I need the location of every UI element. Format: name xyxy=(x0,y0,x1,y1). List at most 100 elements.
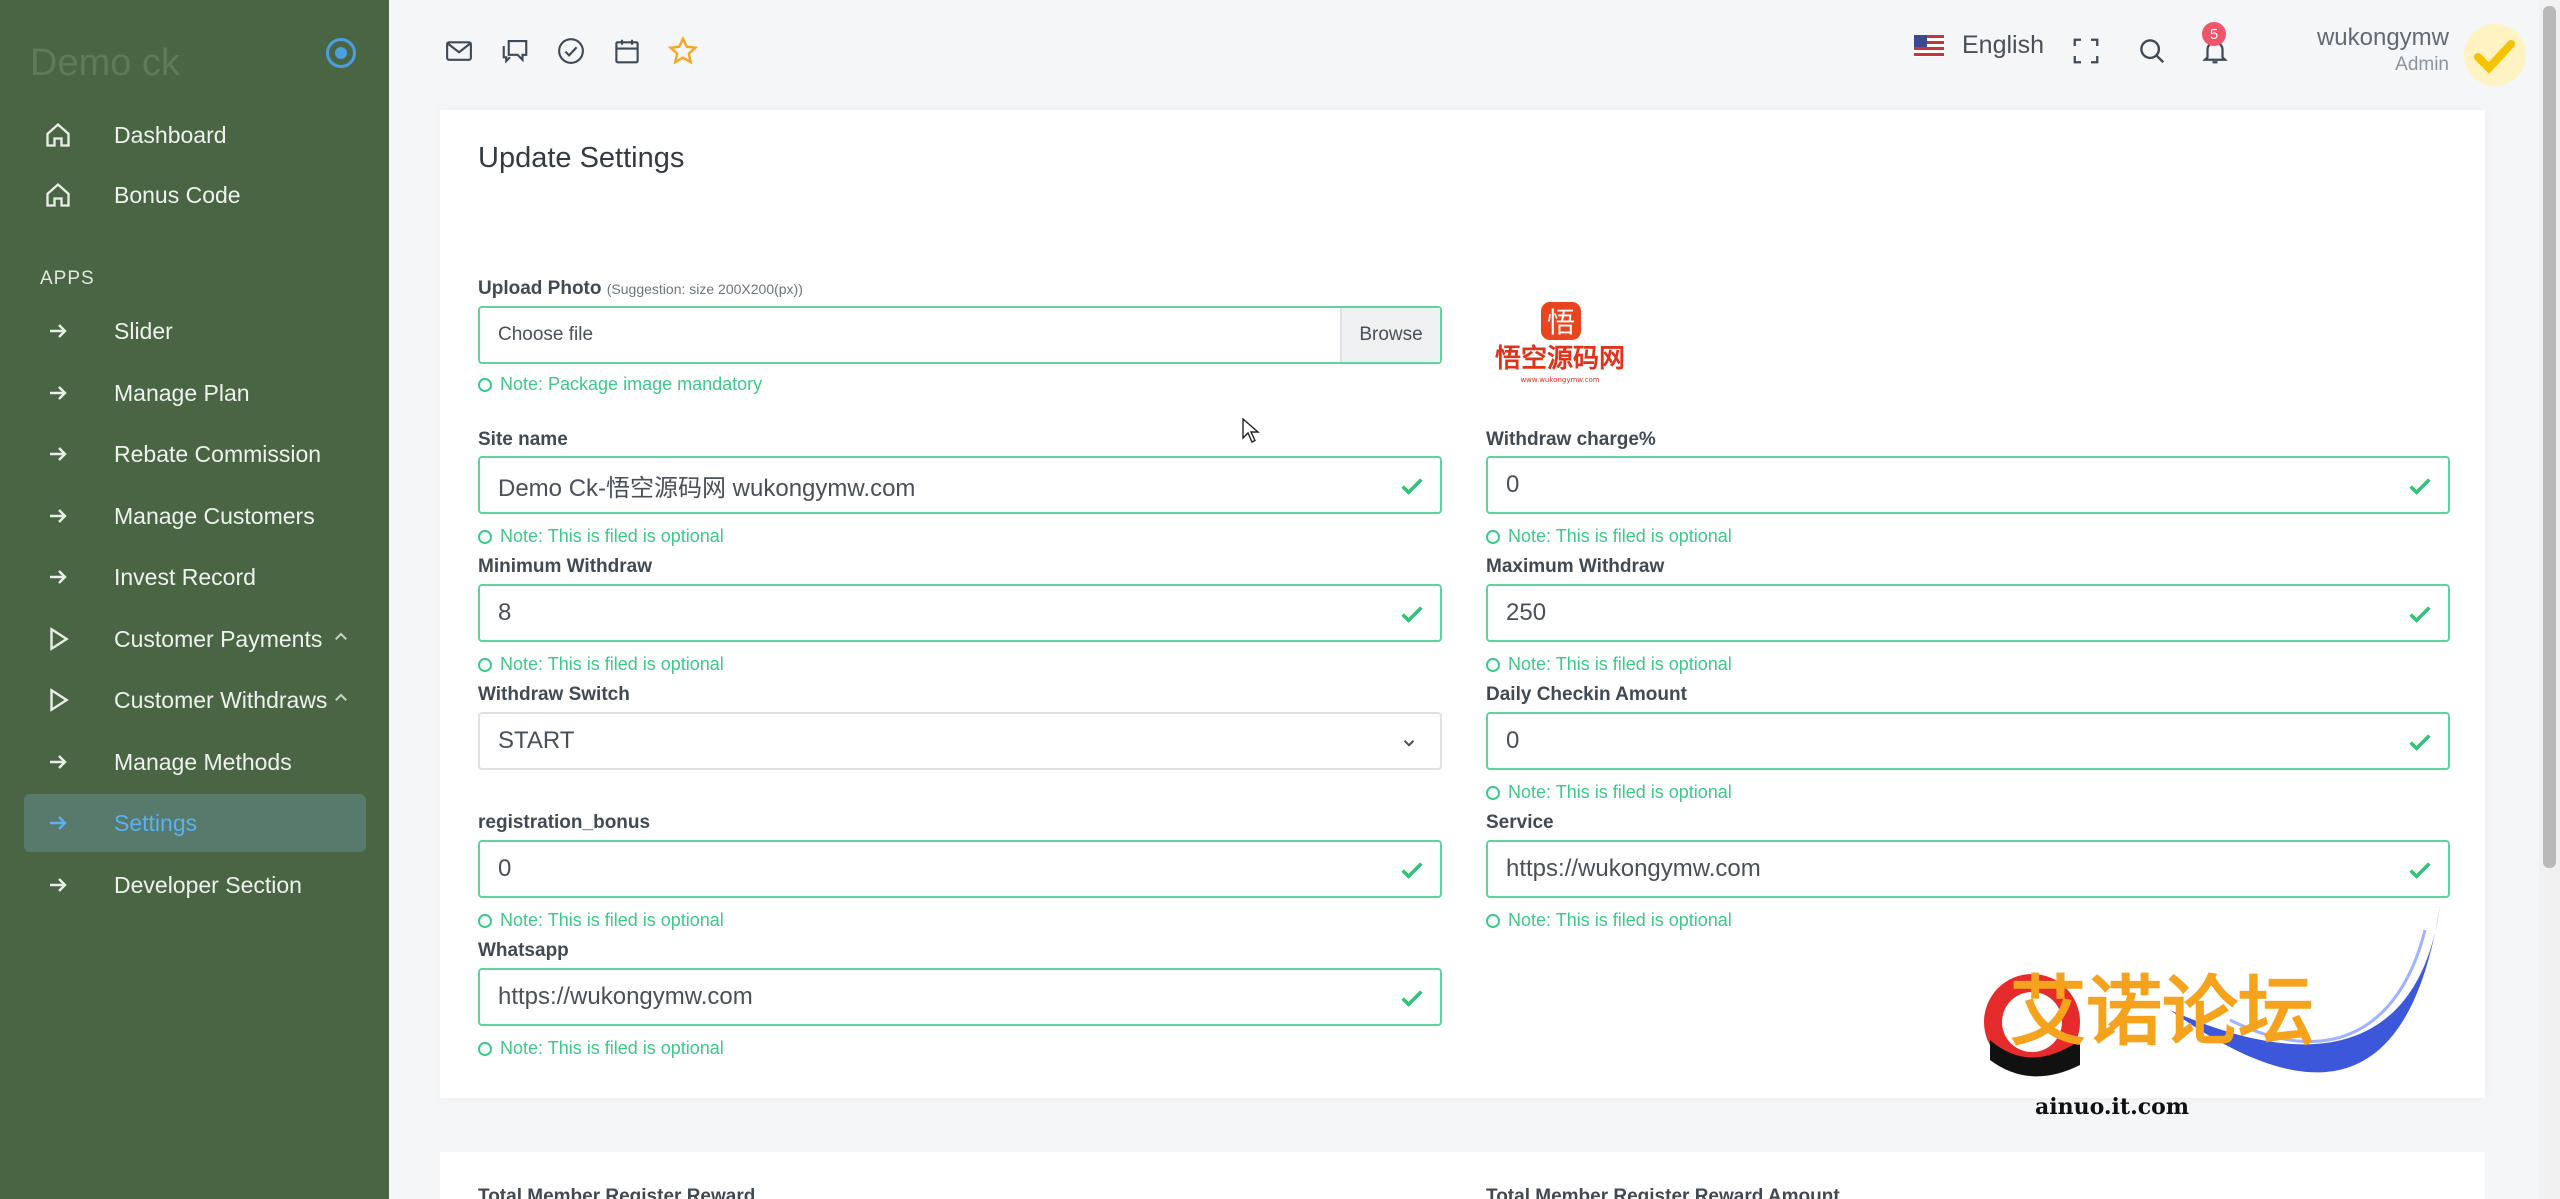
home-icon xyxy=(42,179,74,211)
sidebar-item-customer-payments[interactable]: Customer Payments xyxy=(24,610,366,668)
sidebar-item-label: Manage Customers xyxy=(114,502,315,529)
optional-note: Note: This is filed is optional xyxy=(1486,910,1732,931)
optional-note: Note: This is filed is optional xyxy=(1486,782,1732,803)
sidebar-item-manage-methods[interactable]: Manage Methods xyxy=(24,733,366,791)
file-name-display[interactable]: Choose file xyxy=(480,308,1340,362)
valid-check-icon xyxy=(2409,478,2431,495)
max-withdraw-field[interactable]: 250 xyxy=(1486,584,2450,642)
mouse-cursor-icon xyxy=(1242,418,1260,443)
registration-bonus-field[interactable]: 0 xyxy=(478,840,1442,898)
upload-photo-label-text: Upload Photo xyxy=(478,278,602,299)
optional-note: Note: This is filed is optional xyxy=(478,654,724,675)
withdraw-switch-select[interactable]: START xyxy=(478,712,1442,770)
valid-check-icon xyxy=(2409,862,2431,879)
arrow-right-icon xyxy=(42,869,74,901)
max-withdraw-value: 250 xyxy=(1506,599,1547,626)
arrow-right-icon xyxy=(42,438,74,470)
sidebar: Demo ck APPS Dashboard Bonus Code Slider… xyxy=(0,0,389,1199)
play-icon xyxy=(42,684,74,716)
browse-button[interactable]: Browse xyxy=(1340,308,1440,362)
mail-icon[interactable] xyxy=(442,34,476,68)
site-name-value: Demo Ck-悟空源码网 wukongymw.com xyxy=(498,474,916,502)
sidebar-item-settings[interactable]: Settings xyxy=(24,794,366,852)
arrow-right-icon xyxy=(42,807,74,839)
sidebar-item-label: Rebate Commission xyxy=(114,440,322,467)
sidebar-item-bonus-code[interactable]: Bonus Code xyxy=(24,166,366,224)
optional-note: Note: This is filed is optional xyxy=(478,1038,724,1059)
withdraw-switch-value: START xyxy=(498,727,575,754)
total-member-register-reward-label: Total Member Register Reward xyxy=(478,1186,756,1199)
sidebar-item-label: Customer Withdraws xyxy=(114,686,328,713)
sidebar-toggle-icon[interactable] xyxy=(326,38,356,68)
page-title: Update Settings xyxy=(478,142,685,174)
chevron-up-icon[interactable] xyxy=(332,689,350,707)
min-withdraw-field[interactable]: 8 xyxy=(478,584,1442,642)
sidebar-item-developer-section[interactable]: Developer Section xyxy=(24,856,366,914)
calendar-icon[interactable] xyxy=(610,34,644,68)
sidebar-item-customer-withdraws[interactable]: Customer Withdraws xyxy=(24,671,366,729)
sidebar-item-rebate-commission[interactable]: Rebate Commission xyxy=(24,425,366,483)
sidebar-item-label: Manage Methods xyxy=(114,748,292,775)
min-withdraw-label: Minimum Withdraw xyxy=(478,556,652,577)
sidebar-item-slider[interactable]: Slider xyxy=(24,302,366,360)
service-field[interactable]: https://wukongymw.com xyxy=(1486,840,2450,898)
valid-check-icon xyxy=(1401,990,1423,1007)
user-role: Admin xyxy=(2395,54,2449,75)
star-icon[interactable] xyxy=(666,34,700,68)
user-menu[interactable]: wukongymw Admin xyxy=(2269,24,2449,76)
withdraw-charge-label: Withdraw charge% xyxy=(1486,429,1656,450)
sidebar-item-label: Settings xyxy=(114,809,198,836)
registration-bonus-value: 0 xyxy=(498,855,512,882)
site-name-field[interactable]: Demo Ck-悟空源码网 wukongymw.com xyxy=(478,456,1442,514)
watermark-url: ainuo.it.com xyxy=(2035,1094,2189,1120)
watermark-logo: 艾诺论坛 ainuo.it.com xyxy=(1984,905,2440,1120)
daily-checkin-field[interactable]: 0 xyxy=(1486,712,2450,770)
check-circle-icon[interactable] xyxy=(554,34,588,68)
upload-photo-input[interactable]: Choose file Browse xyxy=(478,306,1442,364)
withdraw-charge-field[interactable]: 0 xyxy=(1486,456,2450,514)
whatsapp-field[interactable]: https://wukongymw.com xyxy=(478,968,1442,1026)
valid-check-icon xyxy=(1401,606,1423,623)
sidebar-item-dashboard[interactable]: Dashboard xyxy=(24,106,366,164)
whatsapp-label: Whatsapp xyxy=(478,940,569,961)
whatsapp-value: https://wukongymw.com xyxy=(498,983,753,1010)
sidebar-item-manage-customers[interactable]: Manage Customers xyxy=(24,487,366,545)
upload-note: Note: Package image mandatory xyxy=(478,374,762,395)
fullscreen-icon[interactable] xyxy=(2069,34,2103,68)
language-selector[interactable]: English xyxy=(1914,31,2044,60)
valid-check-icon xyxy=(2409,606,2431,623)
sidebar-item-invest-record[interactable]: Invest Record xyxy=(24,548,366,606)
brand-logo[interactable]: Demo ck xyxy=(30,42,180,85)
min-withdraw-value: 8 xyxy=(498,599,512,626)
arrow-right-icon xyxy=(42,561,74,593)
sidebar-item-label: Invest Record xyxy=(114,563,256,590)
withdraw-switch-label: Withdraw Switch xyxy=(478,684,630,705)
home-icon xyxy=(42,119,74,151)
scrollbar-thumb[interactable] xyxy=(2543,6,2556,868)
logo-char: 悟 xyxy=(1547,306,1575,339)
search-icon[interactable] xyxy=(2135,34,2169,68)
sidebar-item-label: Manage Plan xyxy=(114,379,250,406)
arrow-right-icon xyxy=(42,500,74,532)
valid-check-icon xyxy=(2409,734,2431,751)
chevron-up-icon[interactable] xyxy=(332,628,350,646)
avatar[interactable] xyxy=(2464,24,2526,86)
sidebar-item-manage-plan[interactable]: Manage Plan xyxy=(24,364,366,422)
sidebar-item-label: Customer Payments xyxy=(114,625,323,652)
optional-note: Note: This is filed is optional xyxy=(1486,654,1732,675)
arrow-right-icon xyxy=(42,377,74,409)
withdraw-charge-value: 0 xyxy=(1506,471,1520,498)
optional-note: Note: This is filed is optional xyxy=(1486,526,1732,547)
total-member-register-reward-amount-label: Total Member Register Reward Amount xyxy=(1486,1186,1840,1199)
sidebar-item-label: Developer Section xyxy=(114,871,302,898)
logo-url: www.wukongymw.com xyxy=(1520,376,1599,384)
arrow-right-icon xyxy=(42,746,74,778)
valid-check-icon xyxy=(1401,862,1423,879)
valid-check-icon xyxy=(1401,478,1423,495)
us-flag-icon xyxy=(1914,34,1944,57)
logo-text: 悟空源码网 xyxy=(1495,343,1625,374)
sidebar-item-label: Dashboard xyxy=(114,121,227,148)
sidebar-section-label: APPS xyxy=(40,268,95,289)
sidebar-item-label: Slider xyxy=(114,317,173,344)
chat-icon[interactable] xyxy=(498,34,532,68)
